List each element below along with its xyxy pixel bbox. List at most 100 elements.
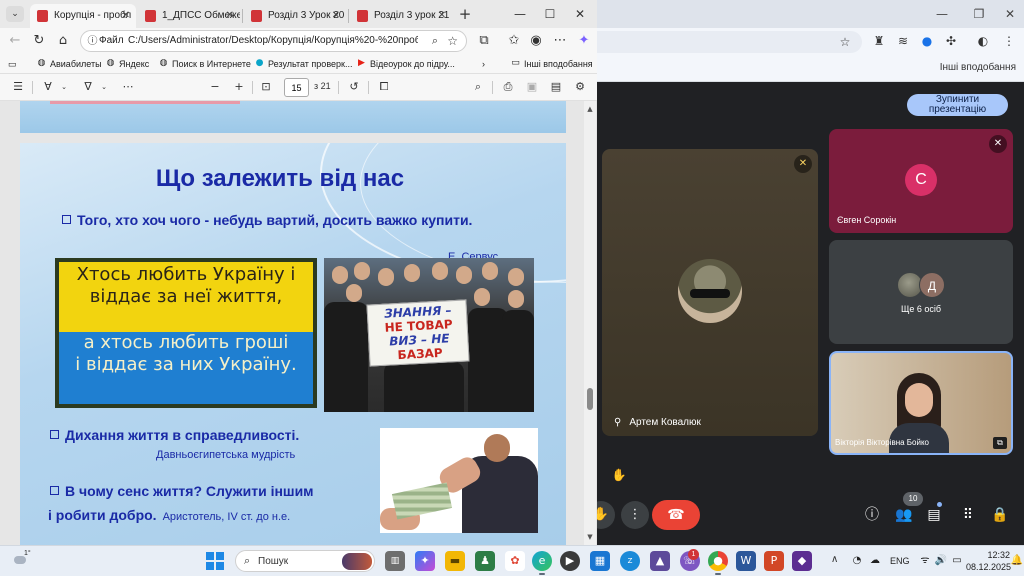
pdf-viewport[interactable]: Що залежить від нас Того, хто хоч чого -… <box>0 101 597 545</box>
thumbs-down-icon[interactable]: ✋ <box>611 467 627 483</box>
favorite-star-icon[interactable]: ☆ <box>447 34 458 48</box>
app-icon[interactable]: ◆ <box>792 551 812 571</box>
search-icon[interactable]: ⌕ <box>432 34 438 48</box>
rotate-icon[interactable]: ↺ <box>346 79 362 95</box>
taskbar-search[interactable]: ⌕ Пошук <box>235 550 375 572</box>
other-bookmarks[interactable]: Інші вподобання <box>940 62 1016 73</box>
pdf-settings-icon[interactable]: ⚙ <box>572 79 588 95</box>
powerpoint-icon[interactable]: P <box>764 551 784 571</box>
puzzle-icon[interactable]: ✣ <box>943 33 959 49</box>
minimize-icon[interactable]: — <box>508 4 532 24</box>
scrollbar-thumb[interactable] <box>587 388 593 410</box>
close-tab-icon[interactable]: ✕ <box>332 4 340 28</box>
home-icon[interactable]: ⌂ <box>55 33 71 49</box>
app-icon[interactable]: ✿ <box>505 551 525 571</box>
zoom-in-button[interactable]: + <box>231 79 247 95</box>
page-view-icon[interactable]: ⧠ <box>376 79 392 95</box>
info-icon[interactable]: ⓘ <box>85 34 100 49</box>
minimize-icon[interactable]: — <box>932 4 952 24</box>
tab-pdf-korupciya[interactable]: Корупція - пробл ✕ <box>30 4 136 28</box>
url-text[interactable]: C:/Users/Administrator/Desktop/Корупція/… <box>128 35 418 46</box>
weather-widget[interactable]: 1° <box>10 550 32 572</box>
extensions-icon[interactable]: ⧉ <box>476 33 492 49</box>
picture-in-picture-icon[interactable]: ⧉ <box>993 437 1007 449</box>
battery-icon[interactable]: ▭ <box>950 554 964 568</box>
draw-icon[interactable]: ∇ <box>80 79 96 95</box>
avatar[interactable]: ◐ <box>975 33 991 49</box>
app-icon[interactable]: ♟ <box>475 551 495 571</box>
save-icon[interactable]: ▣ <box>524 79 540 95</box>
close-icon[interactable]: ✕ <box>1000 4 1020 24</box>
participant-tile-main[interactable]: ✕ ⚲ Артем Ковалюк <box>602 149 818 436</box>
tab-pdf-lesson-20[interactable]: Розділ 3 Урок 20 С ✕ <box>244 4 346 28</box>
bookmark-aviabilety[interactable]: ◍ Авиабилеты <box>36 57 102 71</box>
bookmark-search[interactable]: ◍ Поиск в Интернете <box>158 57 251 71</box>
save-as-icon[interactable]: ▤ <box>548 79 564 95</box>
chevron-up-icon[interactable]: ∧ <box>831 554 838 565</box>
close-tab-icon[interactable]: ✕ <box>226 4 234 28</box>
meet-address-bar[interactable]: ☆ <box>597 31 862 53</box>
close-icon[interactable]: ✕ <box>568 4 592 24</box>
more-tools-icon[interactable]: ⋯ <box>120 79 136 95</box>
copilot-icon[interactable]: ✦ <box>415 551 435 571</box>
tab-actions-icon[interactable]: ⌄ <box>6 6 24 22</box>
vertical-scrollbar[interactable]: ▲ ▼ <box>584 101 596 545</box>
close-tab-icon[interactable]: ✕ <box>438 4 446 28</box>
bookmark-yandex[interactable]: ◍ Яндекс <box>105 57 150 71</box>
participant-tile[interactable]: ✕ С Євген Сорокін <box>829 129 1013 233</box>
copilot-icon[interactable]: ✦ <box>576 33 592 49</box>
more-icon[interactable]: ⋮ <box>1001 33 1017 49</box>
close-tab-icon[interactable]: ✕ <box>122 4 130 28</box>
security-icon[interactable]: ◔ <box>850 554 864 568</box>
activities-icon[interactable]: ⠿ <box>957 504 979 526</box>
restore-icon[interactable]: ❐ <box>969 4 989 24</box>
tab-pdf-lesson-21[interactable]: Розділ 3 урок 21 в ✕ <box>350 4 452 28</box>
tab-pdf-dpss[interactable]: 1_ДПСС Обмеже ✕ <box>138 4 240 28</box>
edge-icon[interactable]: e <box>532 551 552 571</box>
more-options-icon[interactable]: ⋮ <box>621 501 649 529</box>
zoom-out-button[interactable]: − <box>207 79 223 95</box>
more-icon[interactable]: ⋯ <box>552 33 568 49</box>
maximize-icon[interactable]: ☐ <box>538 4 562 24</box>
chevron-down-icon[interactable]: ⌄ <box>56 79 72 95</box>
bookmarks-overflow-icon[interactable]: › <box>482 57 485 71</box>
contents-icon[interactable]: ☰ <box>10 79 26 95</box>
people-icon[interactable]: 👥 <box>893 504 915 526</box>
extension-icon[interactable]: ≋ <box>895 33 911 49</box>
favorites-toggle-icon[interactable]: ▭ <box>8 57 17 71</box>
self-view-tile[interactable]: Вікторія Вікторівна Бойко ⧉ <box>829 351 1013 455</box>
address-bar[interactable]: ⓘ Файл C:/Users/Administrator/Desktop/Ко… <box>80 30 467 52</box>
more-participants-tile[interactable]: Д Ще 6 осіб <box>829 240 1013 344</box>
bookmark-result[interactable]: ● Результат проверк... <box>254 57 353 71</box>
volume-icon[interactable]: 🔊 <box>934 554 948 568</box>
print-icon[interactable]: ⎙ <box>500 79 516 95</box>
language-indicator[interactable]: ENG <box>890 556 910 566</box>
windows-start-icon[interactable] <box>206 552 224 570</box>
bookmark-video-lesson[interactable]: ▶ Відеоурок до підру... <box>356 57 455 71</box>
refresh-icon[interactable]: ↻ <box>31 33 47 49</box>
extension-icon[interactable]: ● <box>919 33 935 49</box>
wifi-icon[interactable]: ᯤ <box>918 554 932 568</box>
file-explorer-icon[interactable]: ▬ <box>445 551 465 571</box>
scroll-down-icon[interactable]: ▼ <box>584 533 596 541</box>
app-icon[interactable]: ▦ <box>590 551 610 571</box>
avatar[interactable]: ◉ <box>528 33 544 49</box>
info-icon[interactable]: ⓘ <box>861 504 883 526</box>
cloud-icon[interactable]: ☁ <box>868 554 882 568</box>
bookmark-star-icon[interactable]: ☆ <box>837 34 853 50</box>
fit-page-icon[interactable]: ⊡ <box>258 79 274 95</box>
task-view-icon[interactable]: ▥ <box>385 551 405 571</box>
other-favorites[interactable]: ▭ Інші вподобання <box>510 57 592 71</box>
favorites-icon[interactable]: ✩ <box>506 33 522 49</box>
back-icon[interactable]: ← <box>7 33 23 49</box>
chat-icon[interactable]: ▤ <box>923 504 945 526</box>
host-controls-icon[interactable]: 🔒 <box>989 504 1011 526</box>
photos-icon[interactable]: ▲ <box>650 551 670 571</box>
new-tab-button[interactable]: + <box>455 4 475 24</box>
leave-call-button[interactable]: ☎ <box>652 500 700 530</box>
scroll-up-icon[interactable]: ▲ <box>584 105 596 113</box>
extension-icon[interactable]: ♜ <box>871 33 887 49</box>
pin-icon[interactable]: ⚲ <box>614 417 621 428</box>
chevron-down-icon[interactable]: ⌄ <box>96 79 112 95</box>
search-icon[interactable]: ⌕ <box>470 79 486 95</box>
